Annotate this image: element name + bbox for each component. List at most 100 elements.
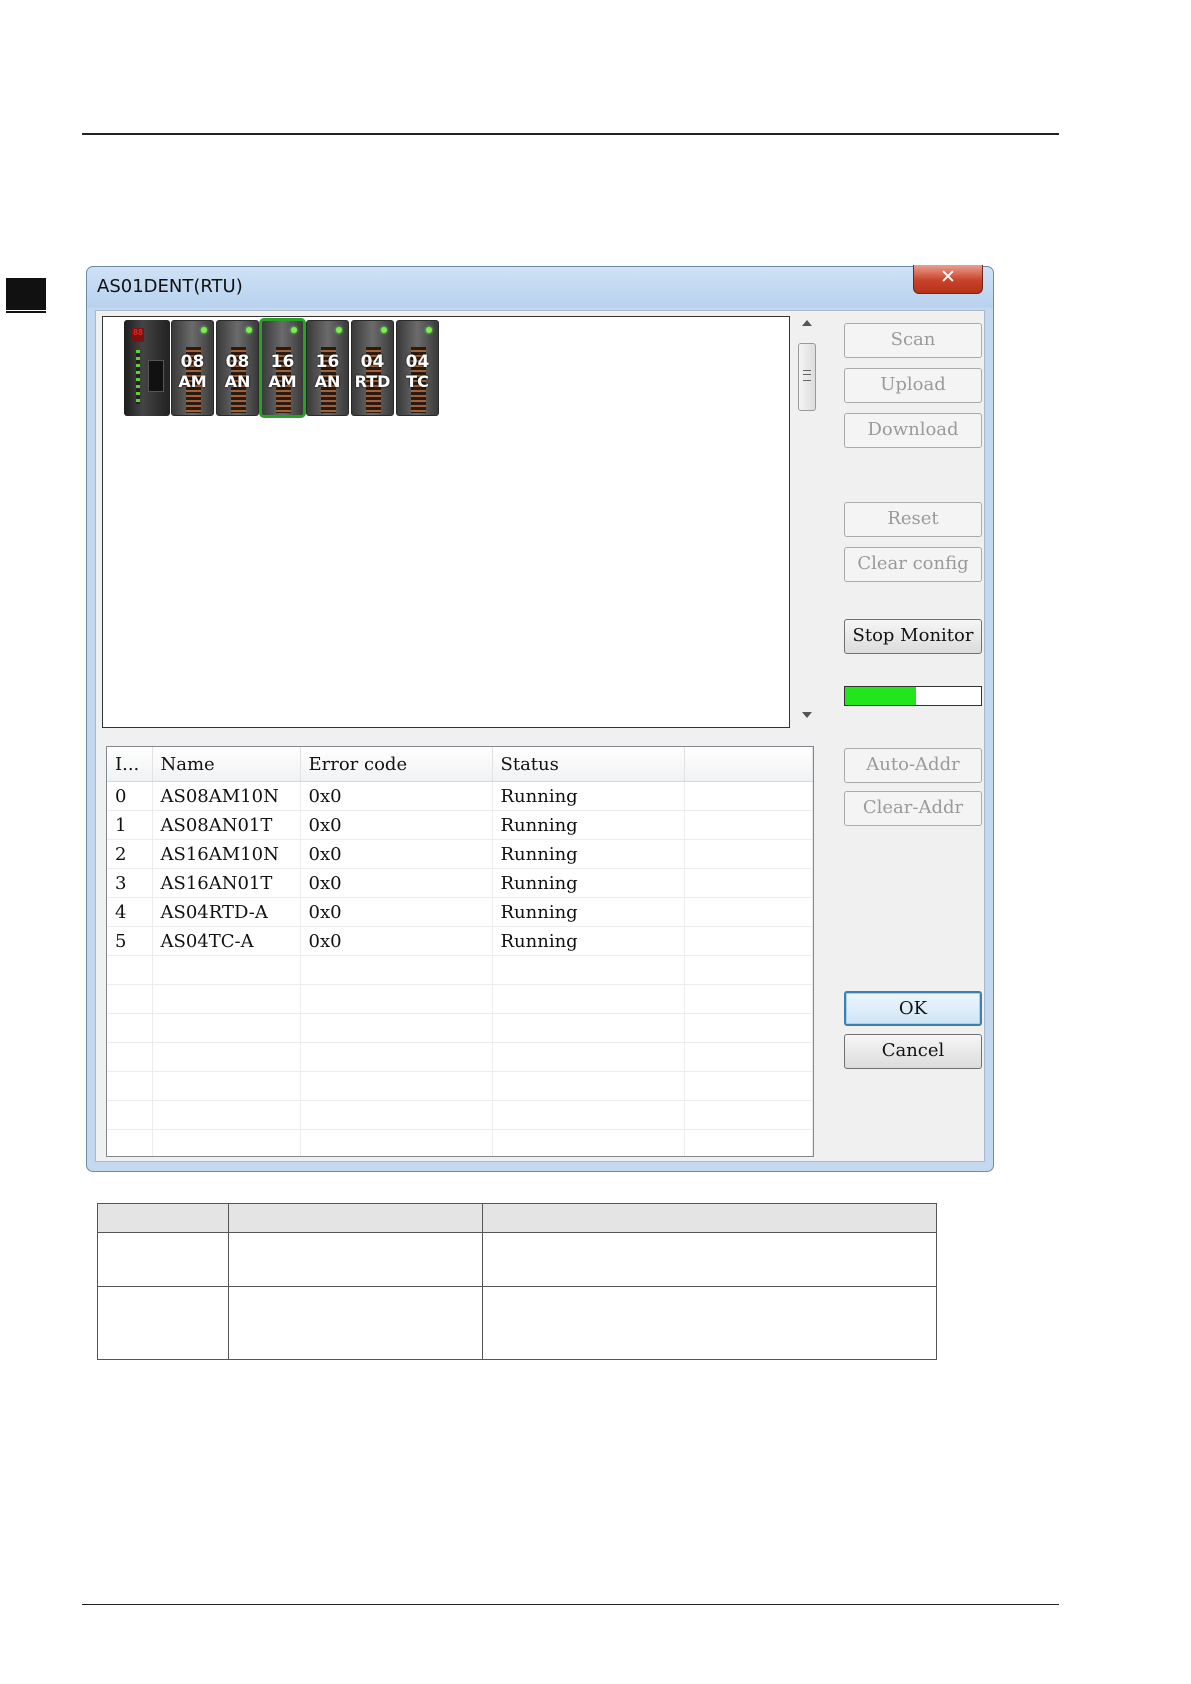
- empty-cell: [152, 1100, 301, 1130]
- empty-cell: [107, 955, 153, 985]
- doc-table-row: [97, 1232, 937, 1287]
- error-code-cell: 0x0: [300, 810, 493, 840]
- clear-addr-button[interactable]: Clear-Addr: [844, 791, 982, 826]
- scan-button[interactable]: Scan: [844, 323, 982, 358]
- name-cell: AS08AM10N: [152, 781, 301, 811]
- filler-cell: [684, 781, 813, 811]
- auto-addr-button[interactable]: Auto-Addr: [844, 748, 982, 783]
- empty-cell: [152, 1042, 301, 1072]
- cpu-module[interactable]: 88: [124, 320, 170, 416]
- empty-cell: [492, 1013, 685, 1043]
- table-row[interactable]: 4 AS04RTD-A 0x0 Running: [107, 897, 813, 927]
- doc-table-header-row: [97, 1203, 937, 1233]
- name-cell: AS16AN01T: [152, 868, 301, 898]
- io-module[interactable]: 04 TC: [396, 320, 439, 416]
- empty-cell: [492, 1129, 685, 1156]
- upload-button[interactable]: Upload: [844, 368, 982, 403]
- module-list-table[interactable]: I... Name Error code Status 0 AS08AM10N 0x0 Ru…: [106, 746, 814, 1157]
- empty-cell: [152, 955, 301, 985]
- cancel-button[interactable]: Cancel: [844, 1034, 982, 1069]
- as01dent-dialog: AS01DENT(RTU) ✕ 88 08 AM 08 AN 16 AM 16 AN 04 RTD…: [86, 265, 994, 1172]
- reset-button[interactable]: Reset: [844, 502, 982, 537]
- column-header[interactable]: Name: [152, 747, 301, 782]
- scroll-thumb[interactable]: [798, 343, 816, 411]
- doc-table-cell: [482, 1232, 937, 1287]
- doc-table-cell: [97, 1203, 229, 1233]
- name-cell: AS16AM10N: [152, 839, 301, 869]
- io-module[interactable]: 04 RTD: [351, 320, 394, 416]
- index-cell: 4: [107, 897, 153, 927]
- cpu-port: [148, 360, 164, 392]
- io-module[interactable]: 16 AM: [259, 318, 306, 418]
- title-bar[interactable]: AS01DENT(RTU) ✕: [87, 265, 993, 313]
- rack-vertical-scrollbar[interactable]: [797, 316, 817, 728]
- empty-cell: [107, 1100, 153, 1130]
- table-row[interactable]: 1 AS08AN01T 0x0 Running: [107, 810, 813, 840]
- doc-table: [97, 1203, 937, 1360]
- module-label-line1: 16: [270, 352, 295, 372]
- module-status-led: [201, 327, 207, 333]
- io-module[interactable]: 08 AN: [216, 320, 259, 416]
- module-label-line1: 04: [360, 352, 385, 372]
- module-label-line1: 08: [225, 352, 250, 372]
- empty-table-row: [107, 1129, 813, 1156]
- empty-cell: [300, 1013, 493, 1043]
- status-cell: Running: [492, 868, 685, 898]
- module-label-line2: AN: [224, 372, 251, 391]
- table-row[interactable]: 3 AS16AN01T 0x0 Running: [107, 868, 813, 898]
- table-header-row: I... Name Error code Status: [107, 747, 813, 782]
- empty-cell: [300, 1100, 493, 1130]
- error-code-cell: 0x0: [300, 839, 493, 869]
- column-header[interactable]: [684, 747, 813, 782]
- index-cell: 0: [107, 781, 153, 811]
- cpu-display: 88: [132, 328, 144, 342]
- filler-cell: [684, 897, 813, 927]
- scroll-down-arrow-icon[interactable]: [802, 712, 812, 718]
- module-status-led: [426, 327, 432, 333]
- empty-cell: [300, 1042, 493, 1072]
- clear-config-button[interactable]: Clear config: [844, 547, 982, 582]
- empty-cell: [107, 1013, 153, 1043]
- table-row[interactable]: 5 AS04TC-A 0x0 Running: [107, 926, 813, 956]
- dialog-title: AS01DENT(RTU): [97, 276, 243, 297]
- empty-table-row: [107, 1042, 813, 1072]
- chapter-tab-underline: [6, 311, 46, 313]
- doc-table-cell: [228, 1203, 483, 1233]
- empty-cell: [152, 1129, 301, 1156]
- name-cell: AS08AN01T: [152, 810, 301, 840]
- empty-cell: [684, 984, 813, 1014]
- scroll-up-arrow-icon[interactable]: [802, 320, 812, 326]
- column-header[interactable]: Error code: [300, 747, 493, 782]
- ok-button[interactable]: OK: [844, 991, 982, 1026]
- column-header[interactable]: I...: [107, 747, 153, 782]
- empty-cell: [684, 1129, 813, 1156]
- io-module[interactable]: 08 AM: [171, 320, 214, 416]
- progress-fill: [845, 687, 916, 705]
- stop-monitor-button[interactable]: Stop Monitor: [844, 619, 982, 654]
- filler-cell: [684, 926, 813, 956]
- table-row[interactable]: 0 AS08AM10N 0x0 Running: [107, 781, 813, 811]
- download-button[interactable]: Download: [844, 413, 982, 448]
- module-label-line2: AN: [314, 372, 341, 391]
- name-cell: AS04TC-A: [152, 926, 301, 956]
- doc-table-cell: [97, 1232, 229, 1287]
- column-header[interactable]: Status: [492, 747, 685, 782]
- table-row[interactable]: 2 AS16AM10N 0x0 Running: [107, 839, 813, 869]
- index-cell: 5: [107, 926, 153, 956]
- index-cell: 3: [107, 868, 153, 898]
- error-code-cell: 0x0: [300, 868, 493, 898]
- status-cell: Running: [492, 897, 685, 927]
- empty-table-row: [107, 1013, 813, 1043]
- close-icon: ✕: [940, 266, 956, 288]
- index-cell: 2: [107, 839, 153, 869]
- close-button[interactable]: ✕: [913, 265, 983, 294]
- empty-cell: [300, 984, 493, 1014]
- rack-view-panel[interactable]: 88 08 AM 08 AN 16 AM 16 AN 04 RTD 04 TC: [102, 316, 790, 728]
- io-module[interactable]: 16 AN: [306, 320, 349, 416]
- empty-cell: [300, 1129, 493, 1156]
- empty-cell: [300, 955, 493, 985]
- filler-cell: [684, 810, 813, 840]
- empty-cell: [684, 1071, 813, 1101]
- module-label-line2: AM: [268, 372, 297, 391]
- empty-cell: [300, 1071, 493, 1101]
